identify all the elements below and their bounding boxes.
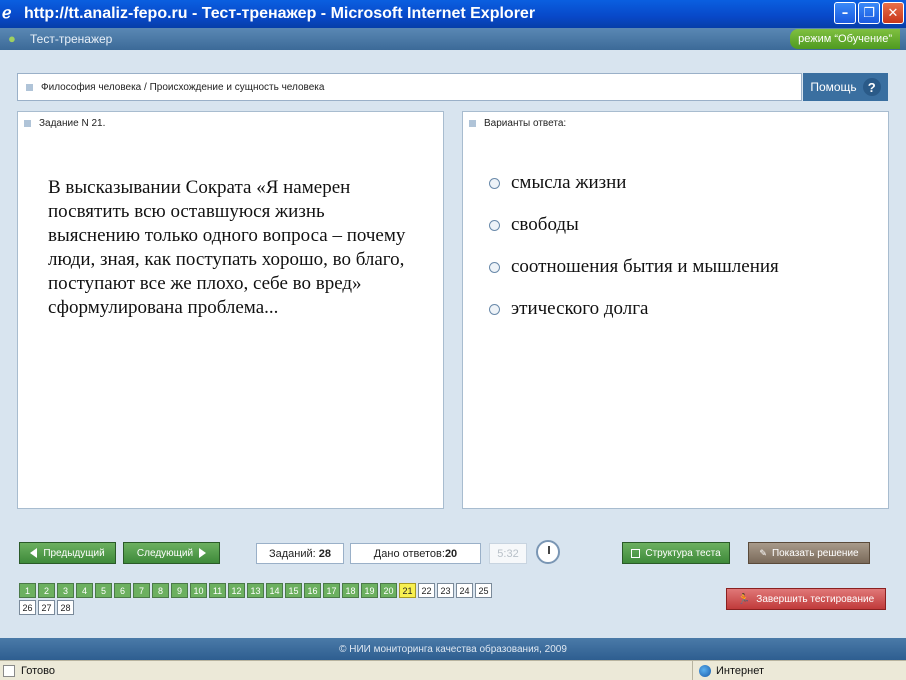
finish-label: Завершить тестирование xyxy=(756,593,875,605)
status-text: Готово xyxy=(21,664,55,677)
window-title-bar: ℯ http://tt.analiz-fepo.ru - Тест-тренаж… xyxy=(0,0,906,28)
question-number-6[interactable]: 6 xyxy=(114,583,131,598)
app-logo-icon: ● xyxy=(8,31,16,46)
answer-option-4[interactable]: этического долга xyxy=(489,288,779,330)
question-text: В высказывании Сократа «Я намерен посвят… xyxy=(48,177,406,318)
answer-label: соотношения бытия и мышления xyxy=(511,256,779,277)
question-number-19[interactable]: 19 xyxy=(361,583,378,598)
app-title: Тест-тренажер xyxy=(30,32,113,46)
question-mark-icon: ? xyxy=(862,78,881,96)
question-number-24[interactable]: 24 xyxy=(456,583,473,598)
question-number-13[interactable]: 13 xyxy=(247,583,264,598)
question-number-14[interactable]: 14 xyxy=(266,583,283,598)
question-number-17[interactable]: 17 xyxy=(323,583,340,598)
question-number-10[interactable]: 10 xyxy=(190,583,207,598)
test-structure-button[interactable]: Структура теста xyxy=(622,542,730,564)
question-number-2[interactable]: 2 xyxy=(38,583,55,598)
internet-explorer-icon: ℯ xyxy=(2,5,12,22)
finish-test-button[interactable]: 🏃 Завершить тестирование xyxy=(726,588,886,610)
zone-label: Интернет xyxy=(716,664,764,677)
breadcrumb: Философия человека / Происхождение и сущ… xyxy=(17,73,802,101)
answered-value: 20 xyxy=(444,547,458,560)
maximize-button[interactable]: ❐ xyxy=(858,2,880,24)
question-number-26[interactable]: 26 xyxy=(19,600,36,615)
question-number-22[interactable]: 22 xyxy=(418,583,435,598)
question-number-18[interactable]: 18 xyxy=(342,583,359,598)
structure-label: Структура теста xyxy=(645,547,721,559)
answer-label: смысла жизни xyxy=(511,172,627,193)
status-bar: Готово Интернет xyxy=(0,660,906,680)
app-header: ● Тест-тренажер режим “Обучение” xyxy=(0,28,906,50)
minimize-button[interactable]: – xyxy=(834,2,856,24)
question-panel: Задание N 21. В высказывании Сократа «Я … xyxy=(17,111,444,509)
close-button[interactable]: ✕ xyxy=(882,2,904,24)
question-number-16[interactable]: 16 xyxy=(304,583,321,598)
mode-badge: режим “Обучение” xyxy=(790,29,900,49)
question-number-9[interactable]: 9 xyxy=(171,583,188,598)
question-number-27[interactable]: 27 xyxy=(38,600,55,615)
tasks-value: 28 xyxy=(318,547,332,560)
question-number-3[interactable]: 3 xyxy=(57,583,74,598)
answers-header-label: Варианты ответа: xyxy=(484,117,567,129)
radio-button[interactable] xyxy=(489,261,500,273)
tasks-count: Заданий: 28 xyxy=(256,543,344,564)
zone-indicator: Интернет xyxy=(692,661,764,680)
question-number-12[interactable]: 12 xyxy=(228,583,245,598)
question-number-25[interactable]: 25 xyxy=(475,583,492,598)
answer-option-1[interactable]: смысла жизни xyxy=(489,162,779,204)
page-icon xyxy=(3,664,15,677)
bullet-icon xyxy=(469,119,476,127)
question-number-28[interactable]: 28 xyxy=(57,600,74,615)
arrow-left-icon xyxy=(30,548,38,558)
question-number-20[interactable]: 20 xyxy=(380,583,397,598)
question-number-7[interactable]: 7 xyxy=(133,583,150,598)
answered-label: Дано ответов: xyxy=(373,547,445,560)
answer-label: свободы xyxy=(511,214,579,235)
help-button[interactable]: Помощь ? xyxy=(803,73,888,101)
question-number: Задание N 21. xyxy=(39,117,106,129)
question-number-5[interactable]: 5 xyxy=(95,583,112,598)
question-number-8[interactable]: 8 xyxy=(152,583,169,598)
book-icon: ✎ xyxy=(759,547,767,558)
help-label: Помощь xyxy=(810,80,857,94)
question-number-4[interactable]: 4 xyxy=(76,583,93,598)
question-navigator: 1 2 3 4 5 6 7 8 9 10 11 12 13 14 15 16 17 18 19 20 21 22 23 24 2… xyxy=(19,583,509,615)
question-number-21[interactable]: 21 xyxy=(399,583,416,598)
answer-option-2[interactable]: свободы xyxy=(489,204,779,246)
radio-button[interactable] xyxy=(489,177,500,189)
window-title: http://tt.analiz-fepo.ru - Тест-тренажер… xyxy=(24,5,536,22)
tasks-label: Заданий: xyxy=(268,547,316,560)
answers-header: Варианты ответа: xyxy=(463,112,888,134)
question-number-15[interactable]: 15 xyxy=(285,583,302,598)
answer-options: смысла жизни свободы соотношения бытия и… xyxy=(489,162,779,330)
question-number-1[interactable]: 1 xyxy=(19,583,36,598)
timer: 5:32 xyxy=(489,543,527,564)
bullet-icon xyxy=(26,83,33,91)
bullet-icon xyxy=(24,119,31,127)
show-solution-button[interactable]: ✎ Показать решение xyxy=(748,542,870,564)
question-header: Задание N 21. xyxy=(18,112,443,134)
answer-option-3[interactable]: соотношения бытия и мышления xyxy=(489,246,779,288)
copyright-footer: © НИИ мониторинга качества образования, … xyxy=(0,638,906,660)
arrow-right-icon xyxy=(199,548,207,558)
breadcrumb-text: Философия человека / Происхождение и сущ… xyxy=(41,81,325,93)
next-button[interactable]: Следующий xyxy=(123,542,220,564)
show-solution-label: Показать решение xyxy=(771,547,859,559)
answers-panel: Варианты ответа: смысла жизни свободы со… xyxy=(462,111,889,509)
previous-label: Предыдущий xyxy=(43,547,105,559)
answered-count: Дано ответов: 20 xyxy=(350,543,481,564)
window-controls: – ❐ ✕ xyxy=(834,2,904,24)
answer-label: этического долга xyxy=(511,298,649,319)
globe-icon xyxy=(699,664,711,677)
clock-icon xyxy=(536,540,560,564)
question-number-11[interactable]: 11 xyxy=(209,583,226,598)
question-number-23[interactable]: 23 xyxy=(437,583,454,598)
next-label: Следующий xyxy=(136,547,194,559)
runner-icon: 🏃 xyxy=(737,593,751,605)
list-icon xyxy=(631,548,641,558)
radio-button[interactable] xyxy=(489,303,500,315)
radio-button[interactable] xyxy=(489,219,500,231)
previous-button[interactable]: Предыдущий xyxy=(19,542,116,564)
